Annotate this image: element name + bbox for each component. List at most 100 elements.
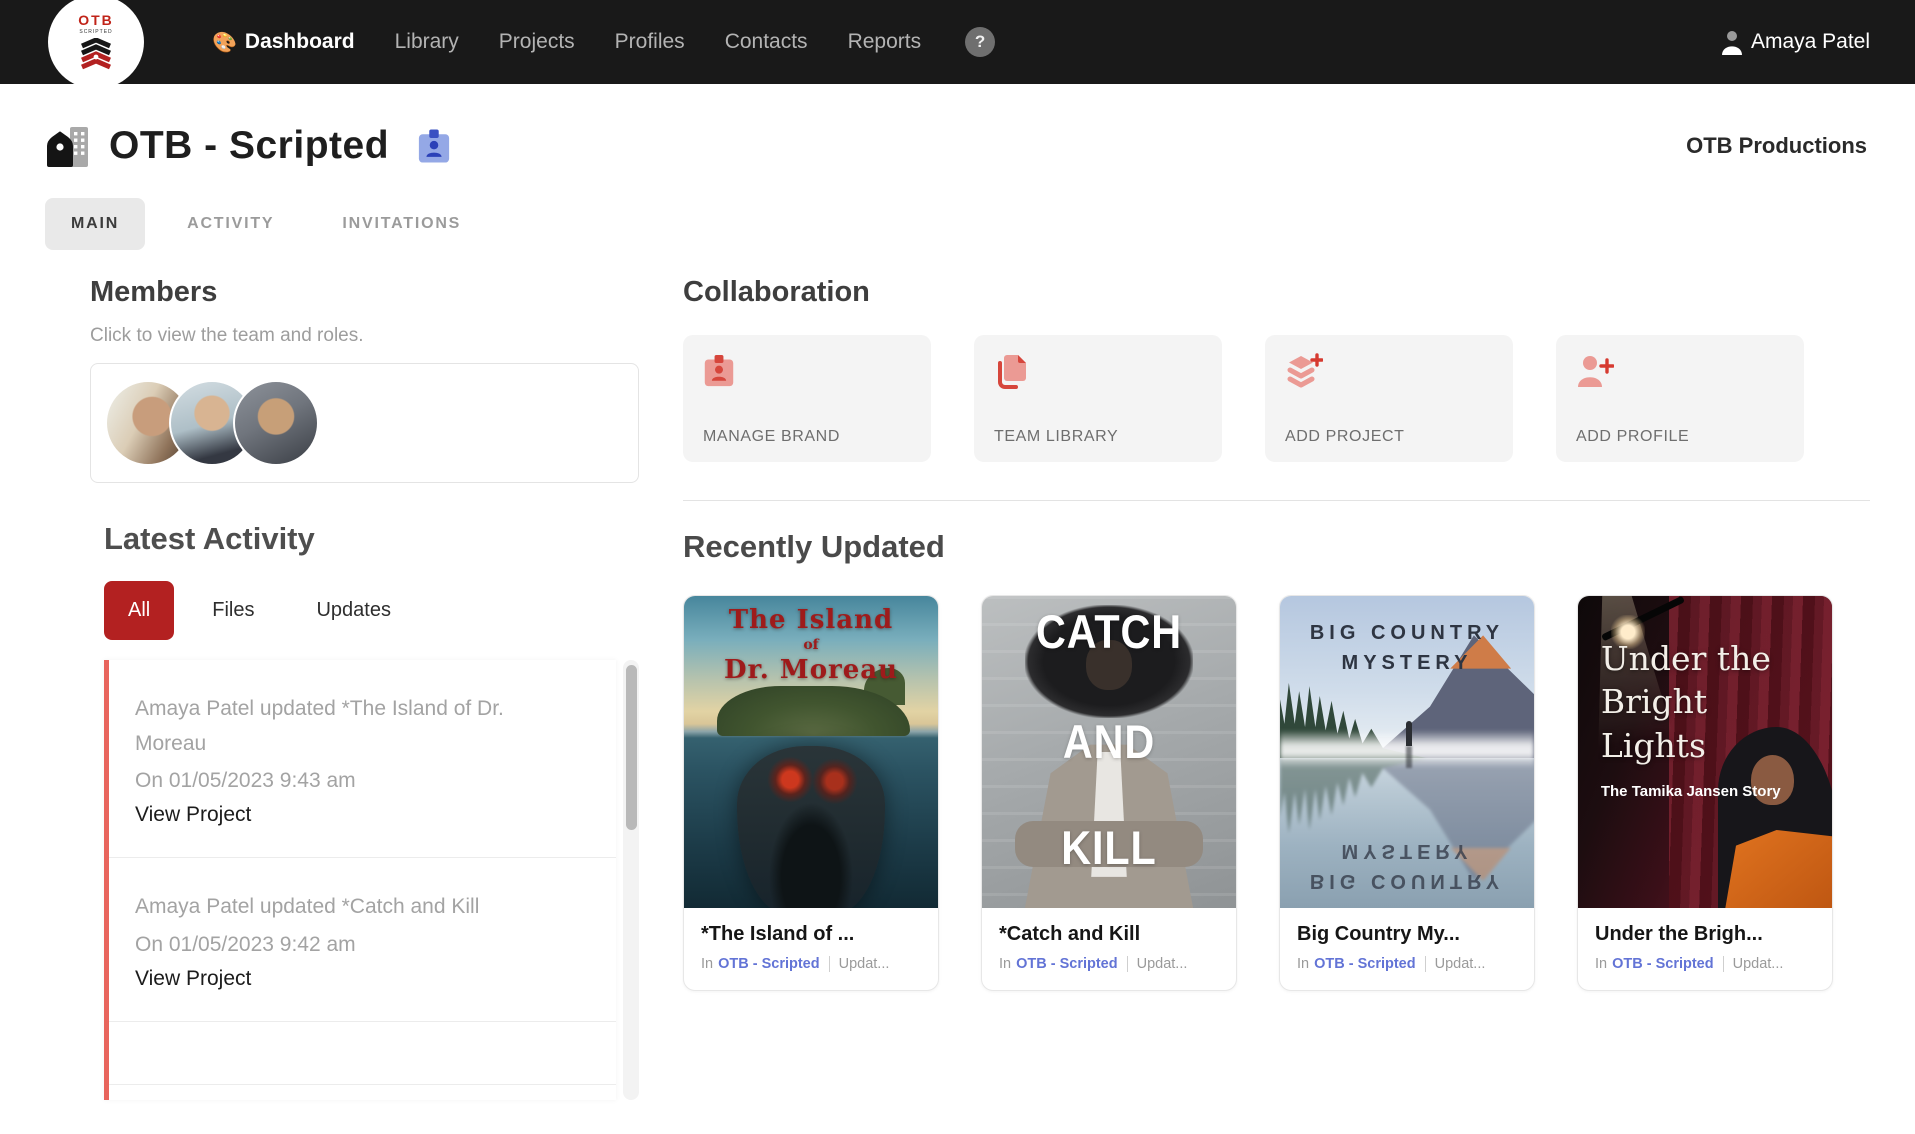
project-card-footer: Under the Brigh... In OTB - Scripted Upd…	[1578, 908, 1832, 990]
team-link[interactable]: OTB - Scripted	[718, 956, 820, 972]
activity-item: Amaya Patel updated *Catch and Kill On 0…	[109, 858, 616, 1022]
members-subtitle: Click to view the team and roles.	[90, 325, 639, 347]
top-nav: OTB SCRIPTED 🎨 Dashboard Library Project…	[0, 0, 1915, 84]
library-copy-icon	[994, 353, 1028, 389]
collaboration-cards: MANAGE BRAND TEAM LIBRARY ADD PROJECT	[683, 335, 1870, 462]
filter-updates[interactable]: Updates	[292, 581, 415, 640]
collab-card-label: TEAM LIBRARY	[994, 428, 1202, 446]
tab-activity[interactable]: ACTIVITY	[161, 198, 300, 250]
project-title: Under the Brigh...	[1595, 923, 1815, 946]
poster-bright-lights-image: Under the Bright Lights The Tamika Janse…	[1578, 596, 1832, 908]
brand-badge-icon	[703, 353, 735, 389]
project-card-footer: *Catch and Kill In OTB - Scripted Updat.…	[982, 908, 1236, 990]
scrollbar-thumb[interactable]	[626, 665, 637, 830]
nav-item-projects[interactable]: Projects	[499, 30, 575, 54]
poster-title-line: The Island	[684, 605, 938, 635]
poster-decoration	[1406, 746, 1412, 768]
nav-item-label: Profiles	[615, 30, 685, 54]
user-name: Amaya Patel	[1751, 30, 1870, 54]
org-name[interactable]: OTB Productions	[1686, 133, 1867, 159]
project-meta: In OTB - Scripted Updat...	[701, 956, 921, 972]
section-divider	[683, 500, 1870, 501]
poster-title: Under the Bright Lights	[1601, 637, 1771, 768]
activity-text: Amaya Patel updated *Catch and Kill	[135, 890, 565, 925]
poster-title-line: CATCH	[997, 608, 1221, 655]
add-project-card[interactable]: ADD PROJECT	[1265, 335, 1513, 462]
poster-title-line: of	[684, 637, 938, 653]
avatar[interactable]	[233, 380, 319, 466]
members-card[interactable]	[90, 363, 639, 483]
team-badge-icon[interactable]	[417, 128, 451, 165]
activity-date: On 01/05/2023 9:43 am	[135, 769, 590, 793]
project-meta: In OTB - Scripted Updat...	[1595, 956, 1815, 972]
team-link[interactable]: OTB - Scripted	[1016, 956, 1118, 972]
manage-brand-card[interactable]: MANAGE BRAND	[683, 335, 931, 462]
poster-big-country-image: BIG COUNTRY MYSTERY BIG COUNTRY MYSTERY	[1280, 596, 1534, 908]
filter-files[interactable]: Files	[188, 581, 278, 640]
nav-item-label: Reports	[848, 30, 922, 54]
recently-updated-title: Recently Updated	[683, 529, 1870, 565]
tab-main[interactable]: MAIN	[45, 198, 145, 250]
project-meta: In OTB - Scripted Updat...	[999, 956, 1219, 972]
meta-updated: Updat...	[1733, 956, 1784, 972]
nav-item-profiles[interactable]: Profiles	[615, 30, 685, 54]
team-link[interactable]: OTB - Scripted	[1314, 956, 1416, 972]
project-cards: The Island of Dr. Moreau *The Island of …	[683, 595, 1870, 991]
activity-filters: All Files Updates	[90, 581, 639, 640]
activity-text: Amaya Patel updated *The Island of Dr. M…	[135, 692, 565, 761]
meta-separator	[829, 956, 830, 972]
help-button[interactable]: ?	[965, 27, 995, 57]
right-column: Collaboration MANAGE BRAND TEAM LIBRARY	[683, 276, 1870, 1100]
nav-item-contacts[interactable]: Contacts	[725, 30, 808, 54]
filter-all[interactable]: All	[104, 581, 174, 640]
meta-in-label: In	[1297, 956, 1309, 972]
view-project-link[interactable]: View Project	[135, 967, 251, 991]
nav-item-dashboard[interactable]: 🎨 Dashboard	[212, 30, 355, 55]
nav-item-label: Contacts	[725, 30, 808, 54]
person-plus-icon	[1576, 353, 1614, 389]
project-title: *Catch and Kill	[999, 923, 1219, 946]
poster-title-line: MYSTERY	[1280, 648, 1534, 678]
activity-item: Amaya Patel updated *The Island of Dr. M…	[109, 660, 616, 858]
palette-icon: 🎨	[212, 30, 237, 55]
nav-item-label: Projects	[499, 30, 575, 54]
nav-menu: 🎨 Dashboard Library Projects Profiles Co…	[212, 27, 995, 57]
project-card-catch-and-kill[interactable]: CATCH AND KILL *Catch and Kill In OTB - …	[981, 595, 1237, 991]
project-card-footer: Big Country My... In OTB - Scripted Upda…	[1280, 908, 1534, 990]
team-library-card[interactable]: TEAM LIBRARY	[974, 335, 1222, 462]
meta-updated: Updat...	[1137, 956, 1188, 972]
activity-list: Amaya Patel updated *The Island of Dr. M…	[104, 660, 616, 1100]
activity-scrollbar[interactable]	[623, 660, 639, 1100]
members-title: Members	[90, 276, 639, 309]
poster-decoration	[737, 746, 884, 908]
meta-in-label: In	[701, 956, 713, 972]
nav-item-library[interactable]: Library	[395, 30, 459, 54]
app-logo[interactable]: OTB SCRIPTED	[48, 0, 144, 89]
meta-separator	[1723, 956, 1724, 972]
project-card-island[interactable]: The Island of Dr. Moreau *The Island of …	[683, 595, 939, 991]
page-header: OTB - Scripted OTB Productions	[0, 84, 1915, 168]
tab-invitations[interactable]: INVITATIONS	[316, 198, 487, 250]
team-link[interactable]: OTB - Scripted	[1612, 956, 1714, 972]
tab-bar: MAIN ACTIVITY INVITATIONS	[0, 168, 1915, 250]
collab-card-label: ADD PROFILE	[1576, 428, 1784, 446]
add-profile-card[interactable]: ADD PROFILE	[1556, 335, 1804, 462]
project-title: Big Country My...	[1297, 923, 1517, 946]
activity-item	[109, 1022, 616, 1085]
poster-title-line: KILL	[997, 824, 1221, 871]
project-card-bright-lights[interactable]: Under the Bright Lights The Tamika Janse…	[1577, 595, 1833, 991]
project-meta: In OTB - Scripted Updat...	[1297, 956, 1517, 972]
poster-title: The Island of Dr. Moreau	[684, 605, 938, 685]
logo-chevrons-icon	[75, 38, 117, 72]
view-project-link[interactable]: View Project	[135, 803, 251, 827]
left-column: Members Click to view the team and roles…	[45, 276, 639, 1100]
nav-item-reports[interactable]: Reports	[848, 30, 922, 54]
user-menu[interactable]: Amaya Patel	[1721, 30, 1870, 55]
project-title: *The Island of ...	[701, 923, 921, 946]
poster-catch-image: CATCH AND KILL	[982, 596, 1236, 908]
poster-title-line: Dr. Moreau	[684, 655, 938, 685]
nav-item-label: Library	[395, 30, 459, 54]
project-card-big-country[interactable]: BIG COUNTRY MYSTERY BIG COUNTRY MYSTERY …	[1279, 595, 1535, 991]
poster-title-line: BIG COUNTRY	[1280, 866, 1534, 896]
poster-title-line: Under the	[1601, 637, 1771, 681]
